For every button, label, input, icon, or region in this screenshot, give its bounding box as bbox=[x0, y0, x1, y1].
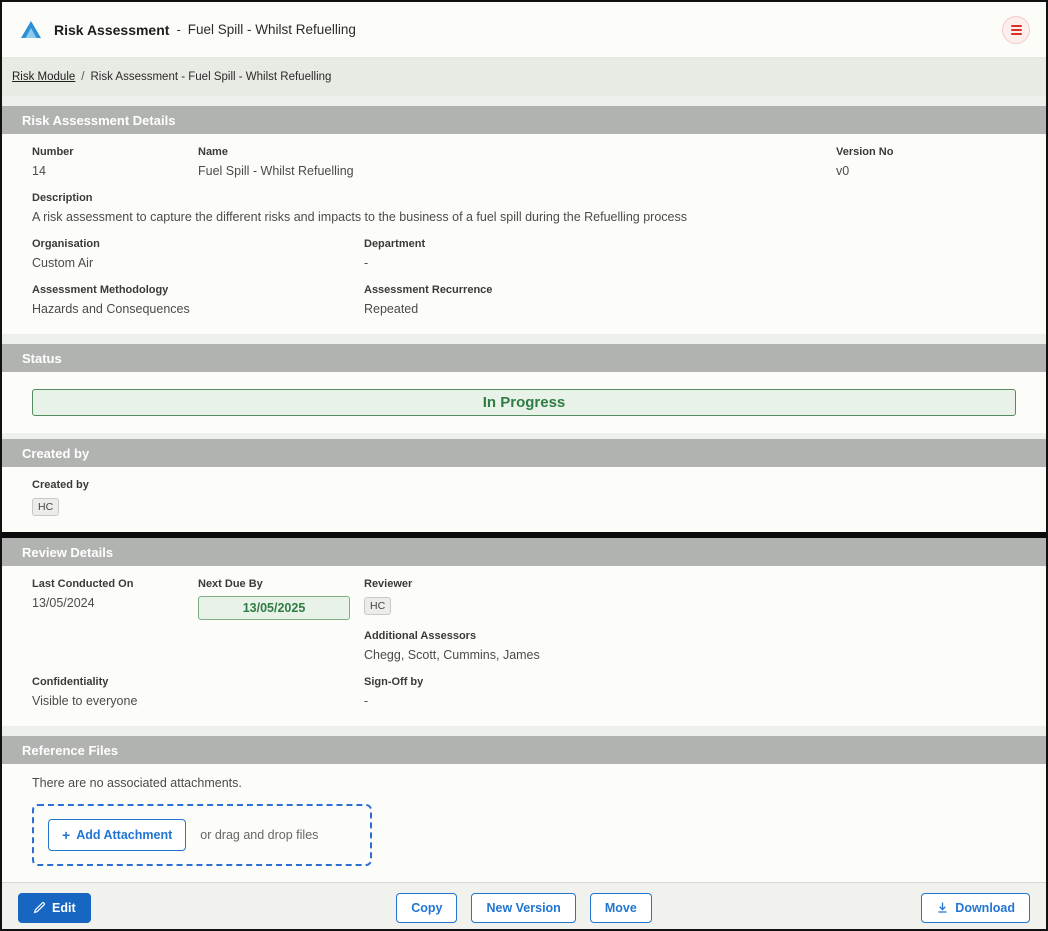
field-additional-assessors: Additional Assessors Chegg, Scott, Cummi… bbox=[364, 630, 1016, 662]
confidentiality-label: Confidentiality bbox=[32, 676, 109, 688]
edit-label: Edit bbox=[52, 900, 76, 915]
section-header-created-by: Created by bbox=[2, 439, 1046, 467]
breadcrumb: Risk Module / Risk Assessment - Fuel Spi… bbox=[2, 58, 1046, 96]
action-bar: Edit Copy New Version Move Download bbox=[2, 882, 1046, 929]
description-value: A risk assessment to capture the differe… bbox=[32, 210, 687, 224]
breadcrumb-current: Risk Assessment - Fuel Spill - Whilst Re… bbox=[90, 71, 332, 83]
confidentiality-value: Visible to everyone bbox=[32, 694, 138, 708]
section-header-reference-files: Reference Files bbox=[2, 736, 1046, 764]
move-label: Move bbox=[604, 900, 637, 915]
add-attachment-button[interactable]: + Add Attachment bbox=[48, 819, 187, 851]
page-title: Risk Assessment bbox=[54, 21, 170, 38]
status-body: In Progress bbox=[2, 372, 1046, 433]
field-number: Number 14 bbox=[32, 146, 198, 178]
new-version-button[interactable]: New Version bbox=[471, 892, 576, 923]
number-value: 14 bbox=[32, 164, 46, 178]
plus-icon: + bbox=[62, 827, 71, 843]
recurrence-label: Assessment Recurrence bbox=[364, 284, 493, 296]
field-next-due: Next Due By 13/05/2025 bbox=[198, 578, 364, 620]
copy-label: Copy bbox=[411, 900, 443, 915]
methodology-label: Assessment Methodology bbox=[32, 284, 169, 296]
methodology-value: Hazards and Consequences bbox=[32, 302, 190, 316]
app-logo-icon bbox=[18, 17, 44, 43]
number-label: Number bbox=[32, 146, 74, 158]
field-version: Version No v0 bbox=[836, 146, 1016, 178]
breadcrumb-link-risk-module[interactable]: Risk Module bbox=[12, 71, 75, 83]
organisation-value: Custom Air bbox=[32, 256, 94, 270]
last-conducted-value: 13/05/2024 bbox=[32, 596, 95, 610]
field-signoff: Sign-Off by - bbox=[364, 676, 1016, 708]
version-label: Version No bbox=[836, 146, 894, 158]
field-description: Description A risk assessment to capture… bbox=[32, 192, 1016, 224]
breadcrumb-separator: / bbox=[81, 71, 85, 83]
details-body: Number 14 Name Fuel Spill - Whilst Refue… bbox=[2, 134, 1046, 334]
download-icon bbox=[936, 901, 949, 914]
created-by-label: Created by bbox=[32, 479, 89, 491]
additional-assessors-value: Chegg, Scott, Cummins, James bbox=[364, 648, 540, 662]
last-conducted-label: Last Conducted On bbox=[32, 578, 134, 590]
section-title: Risk Assessment Details bbox=[22, 112, 176, 128]
add-attachment-label: Add Attachment bbox=[76, 828, 173, 842]
field-confidentiality: Confidentiality Visible to everyone bbox=[32, 676, 364, 708]
section-title: Reference Files bbox=[22, 742, 119, 758]
signoff-value: - bbox=[364, 694, 369, 708]
download-button[interactable]: Download bbox=[921, 892, 1031, 923]
risk-assessment-page: Risk Assessment - Fuel Spill - Whilst Re… bbox=[0, 0, 1048, 931]
download-label: Download bbox=[955, 900, 1016, 915]
new-version-label: New Version bbox=[486, 900, 561, 915]
move-button[interactable]: Move bbox=[589, 892, 652, 923]
edit-icon bbox=[33, 901, 46, 914]
version-value: v0 bbox=[836, 164, 850, 178]
field-reviewer: Reviewer HC bbox=[364, 578, 1016, 620]
created-by-body: Created by HC bbox=[2, 467, 1046, 532]
section-header-details: Risk Assessment Details bbox=[2, 106, 1046, 134]
organisation-label: Organisation bbox=[32, 238, 100, 250]
section-title: Review Details bbox=[22, 544, 114, 560]
department-value: - bbox=[364, 256, 369, 270]
section-header-status: Status bbox=[2, 344, 1046, 372]
department-label: Department bbox=[364, 238, 426, 250]
title-separator: - bbox=[176, 22, 181, 37]
field-recurrence: Assessment Recurrence Repeated bbox=[364, 284, 1016, 316]
drag-drop-hint: or drag and drop files bbox=[200, 828, 319, 842]
page-subtitle: Fuel Spill - Whilst Refuelling bbox=[187, 22, 356, 37]
file-dropzone[interactable]: + Add Attachment or drag and drop files bbox=[32, 804, 372, 866]
field-department: Department - bbox=[364, 238, 1016, 270]
created-by-user-badge: HC bbox=[32, 498, 60, 516]
description-label: Description bbox=[32, 192, 93, 204]
next-due-label: Next Due By bbox=[198, 578, 263, 590]
field-last-conducted: Last Conducted On 13/05/2024 bbox=[32, 578, 198, 620]
name-label: Name bbox=[198, 146, 228, 158]
field-organisation: Organisation Custom Air bbox=[32, 238, 364, 270]
review-body: Last Conducted On 13/05/2024 Next Due By… bbox=[2, 566, 1046, 726]
no-attachments-text: There are no associated attachments. bbox=[32, 776, 242, 790]
field-created-by: Created by HC bbox=[32, 479, 1016, 516]
copy-button[interactable]: Copy bbox=[396, 892, 458, 923]
app-header: Risk Assessment - Fuel Spill - Whilst Re… bbox=[2, 2, 1046, 58]
reviewer-label: Reviewer bbox=[364, 578, 413, 590]
reference-files-body: There are no associated attachments. + A… bbox=[2, 764, 1046, 882]
section-header-review: Review Details bbox=[2, 538, 1046, 566]
additional-assessors-label: Additional Assessors bbox=[364, 630, 477, 642]
name-value: Fuel Spill - Whilst Refuelling bbox=[198, 164, 354, 178]
field-name: Name Fuel Spill - Whilst Refuelling bbox=[198, 146, 836, 178]
menu-icon[interactable] bbox=[1002, 15, 1030, 44]
signoff-label: Sign-Off by bbox=[364, 676, 424, 688]
reviewer-user-badge: HC bbox=[364, 597, 392, 615]
edit-button[interactable]: Edit bbox=[18, 892, 91, 923]
field-methodology: Assessment Methodology Hazards and Conse… bbox=[32, 284, 364, 316]
recurrence-value: Repeated bbox=[364, 302, 419, 316]
section-title: Status bbox=[22, 350, 62, 366]
next-due-date-badge: 13/05/2025 bbox=[198, 596, 350, 620]
section-title: Created by bbox=[22, 445, 90, 461]
status-badge: In Progress bbox=[32, 389, 1016, 416]
